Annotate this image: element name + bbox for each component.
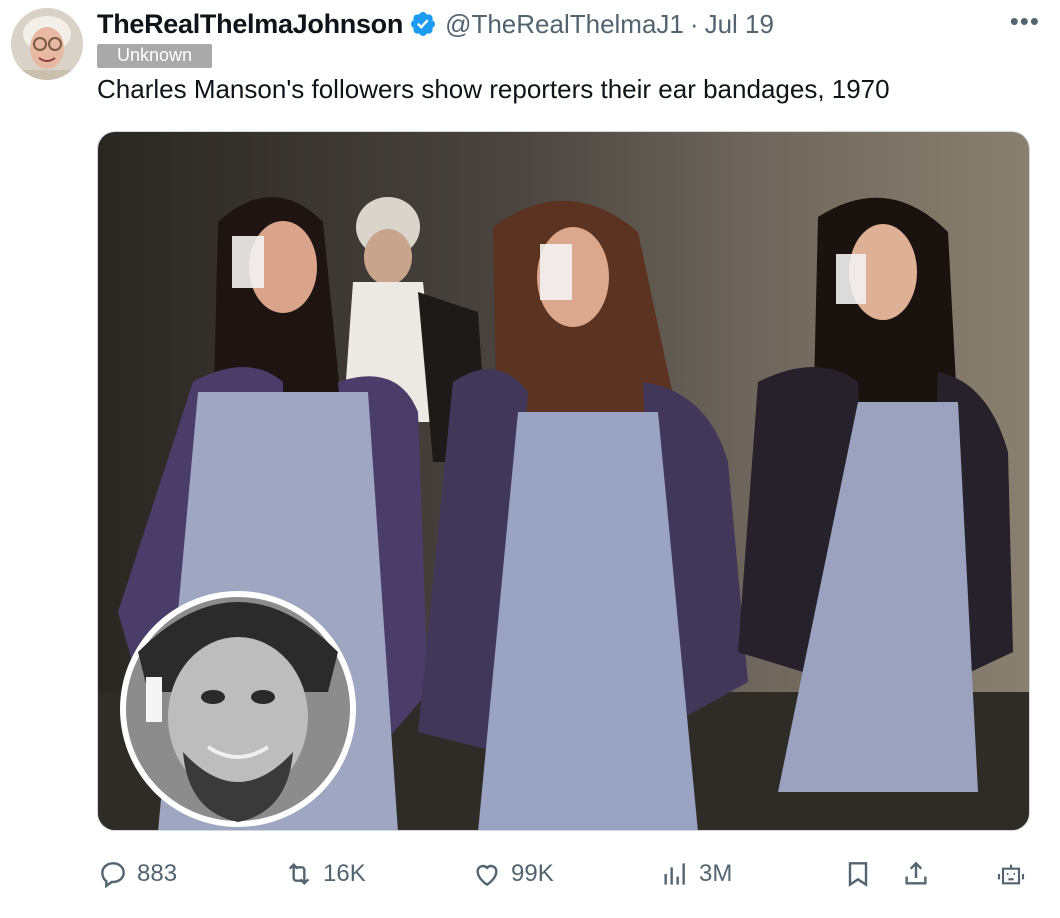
- man-portrait-inset-icon: [120, 591, 356, 827]
- repost-icon: [288, 862, 310, 886]
- views-count: 3M: [699, 860, 733, 887]
- author-avatar[interactable]: [11, 8, 83, 80]
- separator-dot: ·: [689, 8, 699, 39]
- grok-button[interactable]: [995, 858, 1027, 890]
- display-name[interactable]: TheRealThelmaJohnson: [97, 9, 403, 40]
- views-button[interactable]: 3M: [659, 858, 732, 890]
- photo-three-women-walking-icon: [98, 132, 1029, 830]
- repost-count: 16K: [323, 860, 366, 887]
- tweet-actions: 883 16K 99K 3M: [97, 858, 1032, 898]
- tweet-header: TheRealThelmaJohnson @TheRealThelmaJ1 · …: [97, 8, 1040, 40]
- bookmark-button[interactable]: [842, 858, 874, 890]
- label-badge: Unknown: [97, 44, 213, 68]
- views-chart-icon: [664, 863, 685, 885]
- reply-icon: [101, 862, 125, 889]
- share-button[interactable]: [900, 858, 932, 890]
- tweet-date[interactable]: Jul 19: [705, 9, 774, 40]
- elderly-woman-avatar-icon: [11, 8, 83, 80]
- heart-icon: [476, 864, 498, 887]
- author-handle[interactable]: @TheRealThelmaJ1: [445, 9, 684, 40]
- share-icon: [905, 861, 927, 885]
- more-options-icon[interactable]: •••: [1010, 8, 1040, 34]
- verified-badge-icon: [411, 12, 436, 36]
- tweet-media[interactable]: [97, 131, 1030, 831]
- like-button[interactable]: 99K: [471, 858, 554, 890]
- tweet-text: Charles Manson's followers show reporter…: [97, 74, 890, 104]
- like-count: 99K: [511, 860, 554, 887]
- reply-count: 883: [137, 860, 178, 887]
- bookmark-icon: [848, 862, 868, 887]
- repost-button[interactable]: 16K: [283, 858, 366, 890]
- reply-button[interactable]: 883: [97, 858, 177, 890]
- robot-icon: [997, 864, 1025, 885]
